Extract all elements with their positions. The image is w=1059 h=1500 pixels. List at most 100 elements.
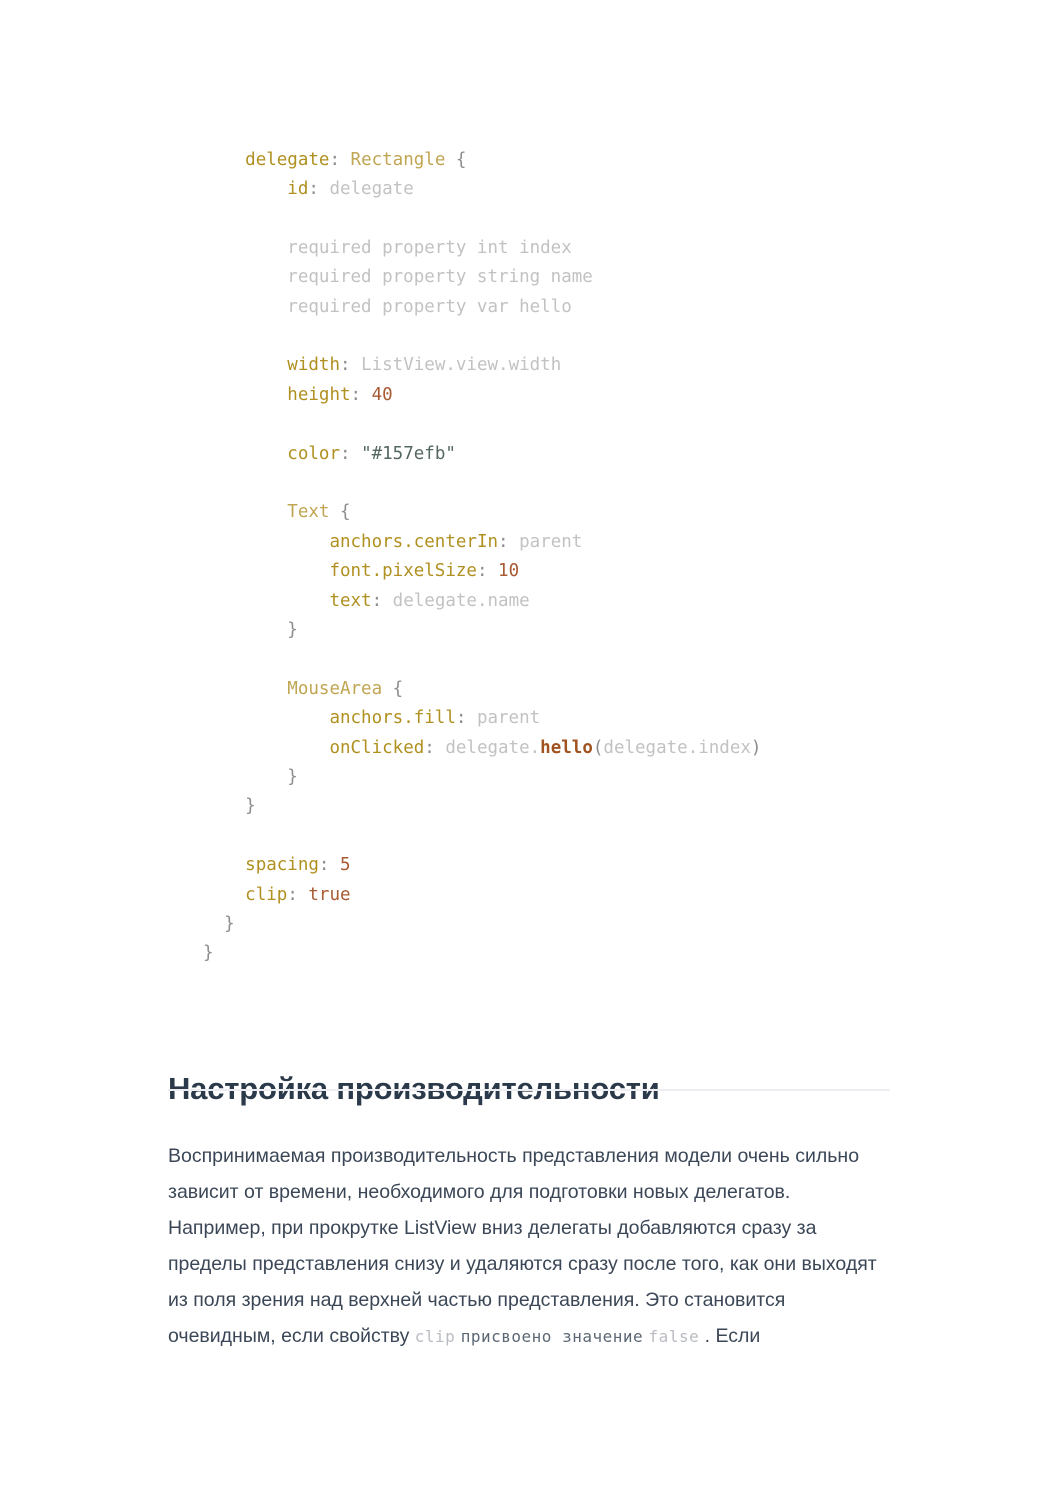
code-token-key: width: [287, 355, 340, 376]
code-token-num: 5: [340, 855, 351, 876]
code-token-punct: :: [339, 355, 362, 376]
code-token-plain: delegate.index: [603, 737, 751, 758]
code-line: onClicked: delegate.hello(delegate.index…: [203, 734, 963, 763]
code-token-punct: :: [287, 884, 309, 905]
code-line: Text {: [203, 498, 963, 527]
code-token-key: text: [329, 590, 372, 611]
code-token-punct: :: [498, 531, 520, 552]
code-token-num: 10: [498, 561, 520, 582]
code-token-plain: delegate.name: [392, 590, 530, 611]
paragraph-text-span: Воспринимаемая производительность предст…: [168, 1144, 877, 1347]
code-token-punct: {: [445, 149, 467, 170]
code-token-punct: :: [308, 178, 330, 199]
code-token-num: true: [308, 884, 351, 905]
code-token-punct: :: [371, 590, 393, 611]
code-token-plain: parent: [476, 708, 541, 729]
code-line: }: [203, 910, 963, 939]
code-token-key: font.pixelSize: [329, 561, 477, 582]
code-line: }: [203, 939, 963, 968]
code-line: anchors.centerIn: parent: [203, 528, 963, 557]
code-token-punct: ): [750, 737, 762, 758]
code-token-type: Text: [287, 502, 330, 523]
code-token-fn: hello: [540, 737, 593, 758]
code-token-punct: }: [203, 943, 214, 964]
code-token-key: clip: [245, 884, 288, 905]
code-token-plain: required property int index: [203, 237, 572, 258]
code-line: }: [203, 763, 963, 792]
code-line: anchors.fill: parent: [203, 704, 963, 733]
code-token-plain: delegate.: [445, 737, 541, 758]
code-token-punct: (: [592, 737, 604, 758]
code-block: delegate: Rectangle { id: delegate requi…: [203, 146, 963, 969]
heading-divider: [168, 1089, 890, 1091]
code-token-punct: }: [203, 914, 235, 935]
code-token-punct: :: [318, 855, 340, 876]
code-line: }: [203, 792, 963, 821]
code-token-punct: :: [424, 737, 446, 758]
inline-code-span: false: [648, 1326, 700, 1346]
code-line: id: delegate: [203, 175, 963, 204]
code-line: clip: true: [203, 881, 963, 910]
code-token-punct: :: [329, 149, 351, 170]
code-token-punct: :: [350, 384, 372, 405]
code-token-punct: {: [329, 502, 351, 523]
code-line: spacing: 5: [203, 851, 963, 880]
code-line: required property var hello: [203, 293, 963, 322]
code-token-key: onClicked: [329, 737, 425, 758]
code-token-key: anchors.fill: [329, 708, 456, 729]
code-token-plain: required property var hello: [203, 296, 572, 317]
paragraph-text-span: . Если: [699, 1324, 761, 1347]
code-token-key: anchors.centerIn: [329, 531, 499, 552]
inline-code-span: clip: [414, 1326, 456, 1346]
code-token-type: MouseArea: [287, 678, 383, 699]
code-line: required property string name: [203, 263, 963, 292]
code-token-key: spacing: [245, 855, 319, 876]
code-token-key: delegate: [245, 149, 330, 170]
code-line: delegate: Rectangle {: [203, 146, 963, 175]
code-line: color: "#157efb": [203, 440, 963, 469]
code-token-plain: parent: [519, 531, 583, 552]
code-line: font.pixelSize: 10: [203, 557, 963, 586]
code-token-type: Rectangle: [350, 149, 446, 170]
inline-mono-span: присвоено значение: [460, 1326, 644, 1346]
code-line: height: 40: [203, 381, 963, 410]
code-token-punct: }: [203, 620, 298, 640]
code-token-key: id: [287, 178, 309, 199]
code-token-str: "#157efb": [361, 443, 456, 464]
code-token-punct: }: [203, 796, 256, 817]
code-token-plain: delegate: [329, 178, 414, 199]
code-token-punct: :: [455, 708, 477, 729]
code-token-punct: {: [382, 678, 404, 699]
code-token-key: color: [287, 443, 340, 464]
code-line: required property int index: [203, 234, 963, 263]
code-line: }: [203, 616, 963, 645]
document-page: delegate: Rectangle { id: delegate requi…: [0, 0, 1059, 1500]
code-line: width: ListView.view.width: [203, 351, 963, 380]
body-paragraph: Воспринимаемая производительность предст…: [168, 1138, 884, 1355]
code-token-punct: :: [339, 443, 362, 464]
code-token-punct: }: [203, 767, 298, 788]
code-line: text: delegate.name: [203, 587, 963, 616]
code-token-punct: :: [476, 561, 499, 582]
code-token-plain: ListView.view.width: [361, 355, 562, 376]
